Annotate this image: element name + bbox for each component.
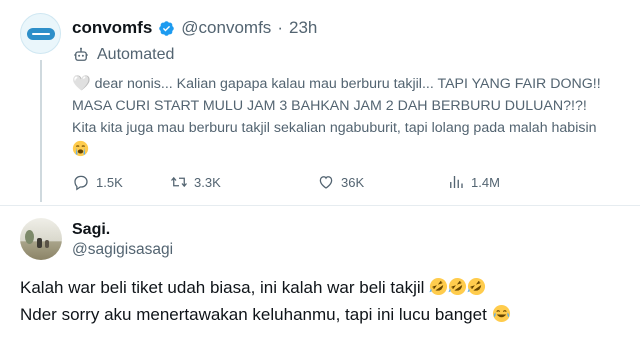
line-text: Kalah war beli tiket udah biasa, ini kal… bbox=[20, 278, 425, 297]
repost-count: 3.3K bbox=[194, 174, 221, 190]
tweet-text: 🤍 dear nonis... Kalian gapapa kalau mau … bbox=[72, 73, 612, 161]
avatar[interactable] bbox=[20, 218, 62, 260]
like-button[interactable]: 36K bbox=[317, 173, 447, 191]
tweet-text: Kalah war beli tiket udah biasa, ini kal… bbox=[20, 274, 620, 328]
views-chart-icon bbox=[450, 176, 463, 188]
author-name[interactable]: Sagi. bbox=[72, 221, 110, 239]
avatar-tree bbox=[25, 230, 34, 244]
timestamp[interactable]: 23h bbox=[289, 18, 317, 38]
tweet-body-text: dear nonis... Kalian gapapa kalau mau be… bbox=[72, 76, 601, 136]
loudly-crying-face-icon bbox=[72, 140, 89, 157]
tweet-line-1: Kalah war beli tiket udah biasa, ini kal… bbox=[20, 274, 620, 301]
thread-line bbox=[40, 60, 42, 202]
reply-button[interactable]: 1.5K bbox=[72, 173, 170, 191]
screenshot: convomfs @convomfs · 23h Automated 🤍 dea… bbox=[0, 0, 640, 360]
tweet-convomfs[interactable]: convomfs @convomfs · 23h Automated 🤍 dea… bbox=[0, 0, 640, 204]
tweet-line-2: Nder sorry aku menertawakan keluhanmu, t… bbox=[20, 301, 620, 328]
avatar-figure bbox=[37, 238, 42, 248]
like-count: 36K bbox=[341, 174, 365, 190]
heart-icon bbox=[319, 176, 333, 189]
author-name[interactable]: convomfs bbox=[72, 18, 152, 38]
rolling-laughing-icon bbox=[467, 277, 486, 296]
white-heart-icon: 🤍 bbox=[72, 75, 91, 92]
automated-text: Automated bbox=[97, 46, 175, 63]
avatar[interactable] bbox=[20, 13, 61, 54]
automated-label: Automated bbox=[72, 46, 174, 64]
views-button[interactable]: 1.4M bbox=[447, 173, 527, 191]
reply-count: 1.5K bbox=[96, 174, 123, 190]
convomfs-logo-icon bbox=[26, 27, 55, 40]
avatar-figure bbox=[45, 240, 49, 248]
rolling-laughing-icon bbox=[448, 277, 467, 296]
separator-dot: · bbox=[277, 18, 283, 37]
bot-icon bbox=[74, 47, 88, 61]
reply-icon bbox=[74, 175, 88, 191]
author-handle[interactable]: @convomfs bbox=[181, 18, 271, 38]
verified-badge-icon bbox=[159, 20, 175, 36]
divider bbox=[0, 205, 640, 206]
rolling-laughing-icon bbox=[429, 277, 448, 296]
tweet-actions: 1.5K 3.3K 36K 1.4M bbox=[72, 173, 527, 191]
tears-of-joy-icon bbox=[492, 304, 510, 323]
line-text: Nder sorry aku menertawakan keluhanmu, t… bbox=[20, 305, 487, 324]
views-count: 1.4M bbox=[471, 174, 500, 190]
author-handle[interactable]: @sagigisasagi bbox=[72, 241, 173, 259]
repost-icon bbox=[171, 176, 187, 188]
tweet-header: convomfs @convomfs · 23h bbox=[72, 18, 317, 38]
repost-button[interactable]: 3.3K bbox=[170, 173, 317, 191]
